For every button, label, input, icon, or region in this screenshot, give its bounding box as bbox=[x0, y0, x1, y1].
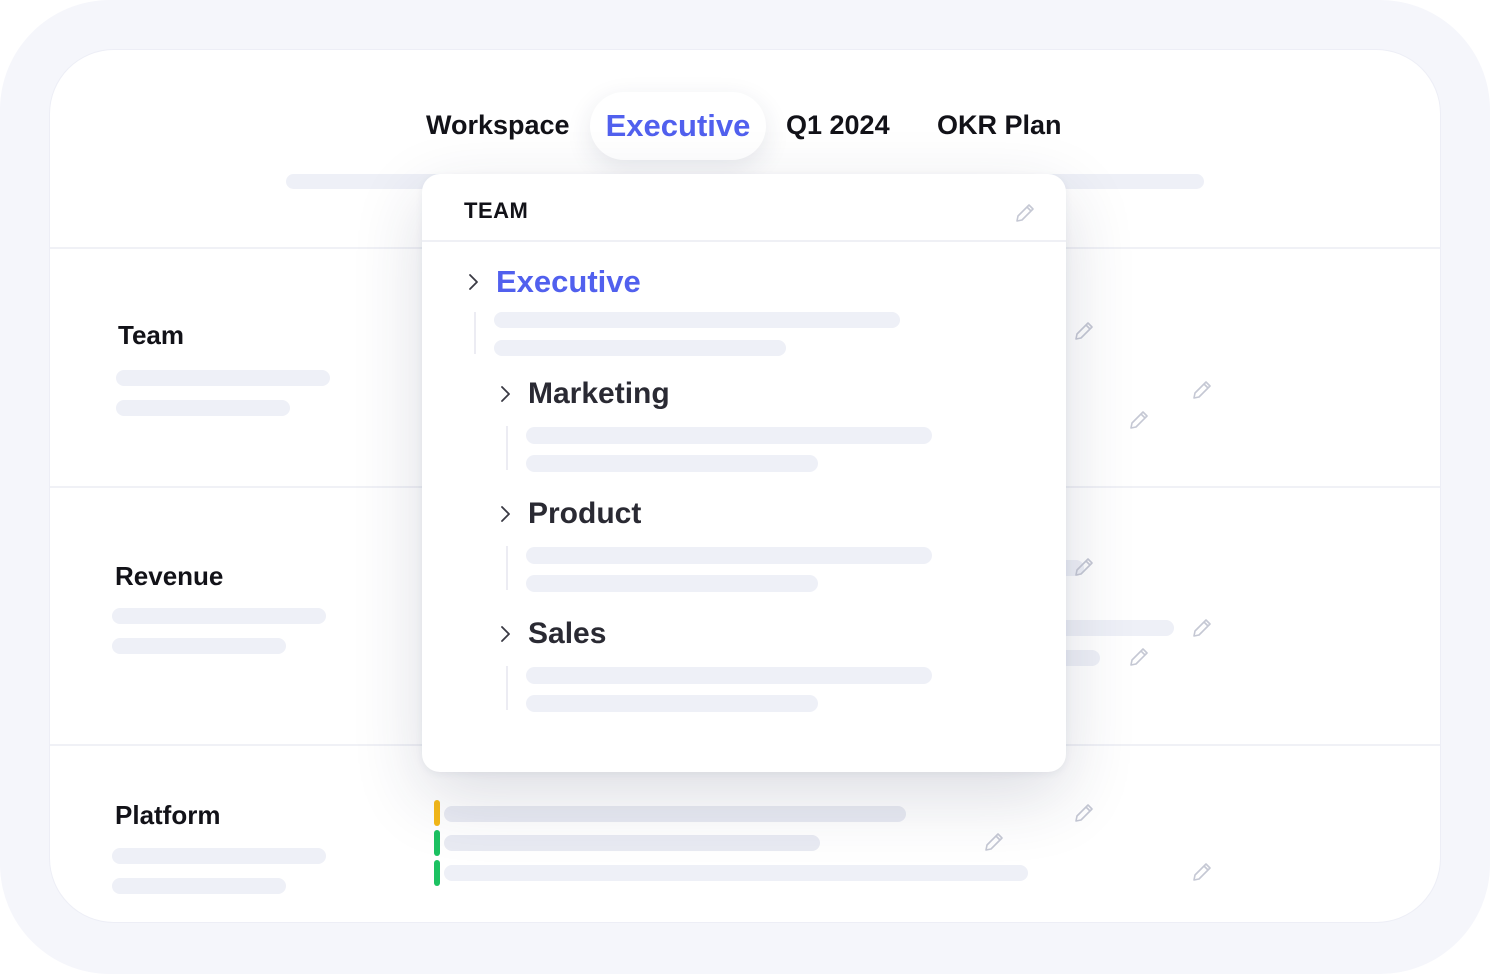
team-placeholder-1 bbox=[116, 370, 330, 386]
placeholder-bar bbox=[526, 547, 932, 564]
row-label-revenue: Revenue bbox=[115, 561, 224, 591]
tree-item-label: Executive bbox=[496, 264, 641, 299]
placeholder-bar bbox=[526, 695, 818, 712]
chevron-right-icon bbox=[501, 506, 510, 522]
pencil-icon[interactable] bbox=[1073, 556, 1095, 578]
pencil-icon[interactable] bbox=[1073, 802, 1095, 824]
platform-placeholder-1 bbox=[112, 848, 326, 864]
pencil-icon[interactable] bbox=[1191, 861, 1213, 883]
tree-guide-line bbox=[506, 666, 508, 710]
placeholder-bar bbox=[494, 312, 900, 328]
team-placeholder-2 bbox=[116, 400, 290, 416]
tab-executive-label: Executive bbox=[605, 108, 751, 143]
revenue-placeholder-1 bbox=[112, 608, 326, 624]
dropdown-header: TEAM bbox=[422, 174, 1066, 242]
platform-placeholder-2 bbox=[112, 878, 286, 894]
chevron-right-icon bbox=[501, 626, 510, 642]
pencil-icon[interactable] bbox=[1073, 320, 1095, 342]
chevron-right-icon bbox=[469, 274, 478, 290]
row-label-team: Team bbox=[118, 320, 184, 350]
placeholder-bar bbox=[526, 575, 818, 592]
tab-workspace[interactable]: Workspace bbox=[426, 108, 570, 142]
tab-okr-plan[interactable]: OKR Plan bbox=[937, 108, 1062, 142]
pencil-icon[interactable] bbox=[1128, 409, 1150, 431]
tab-executive[interactable]: Executive bbox=[590, 92, 766, 160]
tree-guide-line bbox=[506, 426, 508, 470]
pencil-icon[interactable] bbox=[1014, 202, 1036, 224]
tree-item-sales[interactable]: Sales bbox=[498, 617, 606, 651]
pencil-icon[interactable] bbox=[1191, 379, 1213, 401]
tree-item-marketing[interactable]: Marketing bbox=[498, 377, 670, 411]
tree-guide-line bbox=[506, 546, 508, 590]
placeholder-bar bbox=[494, 340, 786, 356]
tree-item-product[interactable]: Product bbox=[498, 497, 641, 531]
platform-objective-bar-2 bbox=[444, 835, 820, 851]
status-success-indicator bbox=[434, 830, 440, 856]
pencil-icon[interactable] bbox=[1191, 617, 1213, 639]
revenue-placeholder-2 bbox=[112, 638, 286, 654]
status-warning-indicator bbox=[434, 800, 440, 826]
status-success-indicator bbox=[434, 860, 440, 886]
placeholder-bar bbox=[526, 455, 818, 472]
placeholder-bar bbox=[526, 427, 932, 444]
row-label-platform: Platform bbox=[115, 800, 221, 830]
placeholder-bar bbox=[526, 667, 932, 684]
chevron-right-icon bbox=[501, 386, 510, 402]
tree-item-label: Marketing bbox=[528, 377, 670, 410]
pencil-icon[interactable] bbox=[1128, 646, 1150, 668]
dropdown-title: TEAM bbox=[464, 198, 529, 223]
platform-objective-bar-3 bbox=[444, 865, 1028, 881]
team-dropdown: TEAM Executive Marketing Product Sales bbox=[422, 174, 1066, 772]
tree-guide-line bbox=[474, 312, 476, 354]
platform-objective-bar-1 bbox=[444, 806, 906, 822]
tab-q1-2024[interactable]: Q1 2024 bbox=[786, 108, 890, 142]
tree-item-executive[interactable]: Executive bbox=[466, 264, 641, 300]
pencil-icon[interactable] bbox=[983, 831, 1005, 853]
tree-item-label: Sales bbox=[528, 617, 607, 650]
tree-item-label: Product bbox=[528, 497, 642, 530]
